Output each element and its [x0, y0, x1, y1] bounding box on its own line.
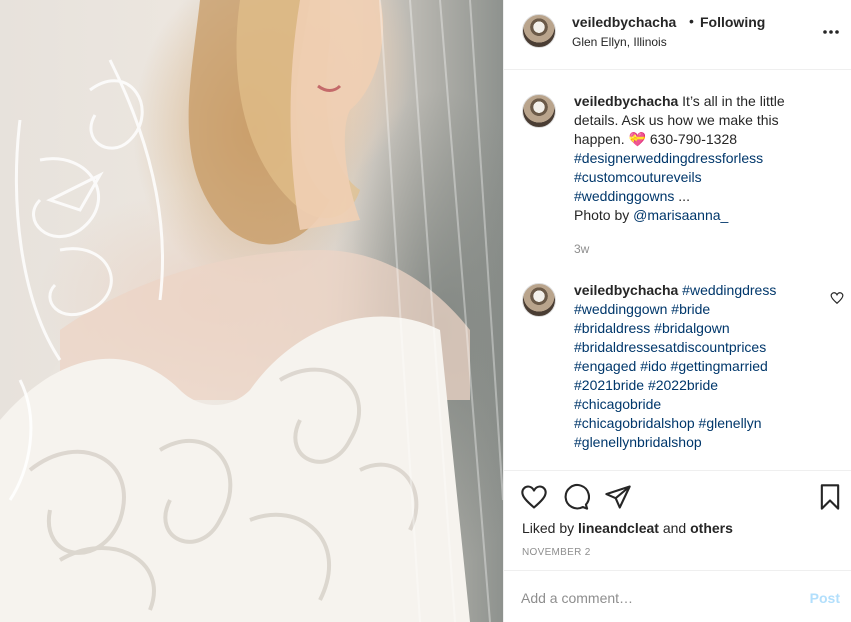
hashtag-link[interactable]: #bridalgown — [654, 320, 730, 336]
hashtag-link[interactable]: #engaged — [574, 358, 636, 374]
author-username[interactable]: veiledbychacha — [572, 14, 676, 30]
comment-username[interactable]: veiledbychacha — [574, 282, 678, 298]
hashtag-link[interactable]: #glenellyn — [699, 415, 762, 431]
hashtag-link[interactable]: #gettingmarried — [671, 358, 768, 374]
post-location[interactable]: Glen Ellyn, Illinois — [572, 35, 667, 49]
post-comment-button[interactable]: Post — [810, 590, 840, 606]
hashtag-link[interactable]: #glenellynbridalshop — [574, 434, 702, 450]
hashtag-link[interactable]: #chicagobridalshop — [574, 415, 695, 431]
comment-input[interactable] — [521, 587, 781, 609]
comment-text: veiledbychacha #weddingdress #weddinggow… — [574, 281, 824, 452]
more-ellipsis[interactable]: ... — [674, 188, 690, 204]
hashtag-link[interactable]: #2022bride — [648, 377, 718, 393]
add-comment-bar: Post — [504, 570, 851, 622]
comment-like-heart-icon[interactable] — [830, 291, 844, 305]
comment-icon[interactable] — [562, 483, 590, 511]
mention-link[interactable]: @marisaanna_ — [633, 207, 728, 223]
hashtag-link[interactable]: #bridaldress — [574, 320, 650, 336]
author-avatar[interactable] — [522, 14, 556, 48]
hashtag-link[interactable]: #chicagobride — [574, 396, 661, 412]
hashtag-link[interactable]: #designerweddingdressforless — [574, 150, 763, 166]
hashtag-link[interactable]: #customcoutureveils — [574, 169, 702, 185]
gift-heart-emoji: 💝 — [628, 131, 646, 147]
photo-illustration — [0, 0, 503, 622]
hashtag-link[interactable]: #2021bride — [574, 377, 644, 393]
hashtag-link[interactable]: #weddinggowns — [574, 188, 674, 204]
likes-others-link[interactable]: others — [690, 520, 733, 536]
post-photo[interactable] — [0, 0, 503, 622]
heart-icon[interactable] — [520, 483, 548, 511]
separator-dot: • — [689, 13, 694, 29]
post-details-panel: veiledbychacha • Following Glen Ellyn, I… — [503, 0, 851, 622]
hashtag-link[interactable]: #weddingdress — [682, 282, 776, 298]
paper-plane-icon[interactable] — [604, 483, 632, 511]
hashtag-link[interactable]: #bridaldressesatdiscountprices — [574, 339, 766, 355]
post-header: veiledbychacha • Following Glen Ellyn, I… — [504, 0, 851, 70]
caption-time[interactable]: 3w — [574, 242, 589, 256]
following-button[interactable]: Following — [700, 14, 765, 30]
caption-avatar[interactable] — [522, 94, 556, 128]
post-actions: Liked by lineandcleat and others NOVEMBE… — [504, 470, 851, 570]
likes-summary: Liked by lineandcleat and others — [522, 520, 733, 536]
caption-text: veiledbychacha It’s all in the little de… — [574, 93, 785, 223]
phone-number: 630-790-1328 — [645, 131, 738, 147]
hashtag-link[interactable]: #bride — [671, 301, 710, 317]
liked-by-user-link[interactable]: lineandcleat — [578, 520, 659, 536]
caption-username[interactable]: veiledbychacha — [574, 93, 678, 109]
bookmark-icon[interactable] — [816, 483, 844, 511]
comment-avatar[interactable] — [522, 283, 556, 317]
hashtag-link[interactable]: #ido — [640, 358, 666, 374]
more-horizontal-icon[interactable] — [821, 22, 841, 42]
hashtag-link[interactable]: #weddinggown — [574, 301, 667, 317]
post-date[interactable]: NOVEMBER 2 — [522, 547, 591, 558]
